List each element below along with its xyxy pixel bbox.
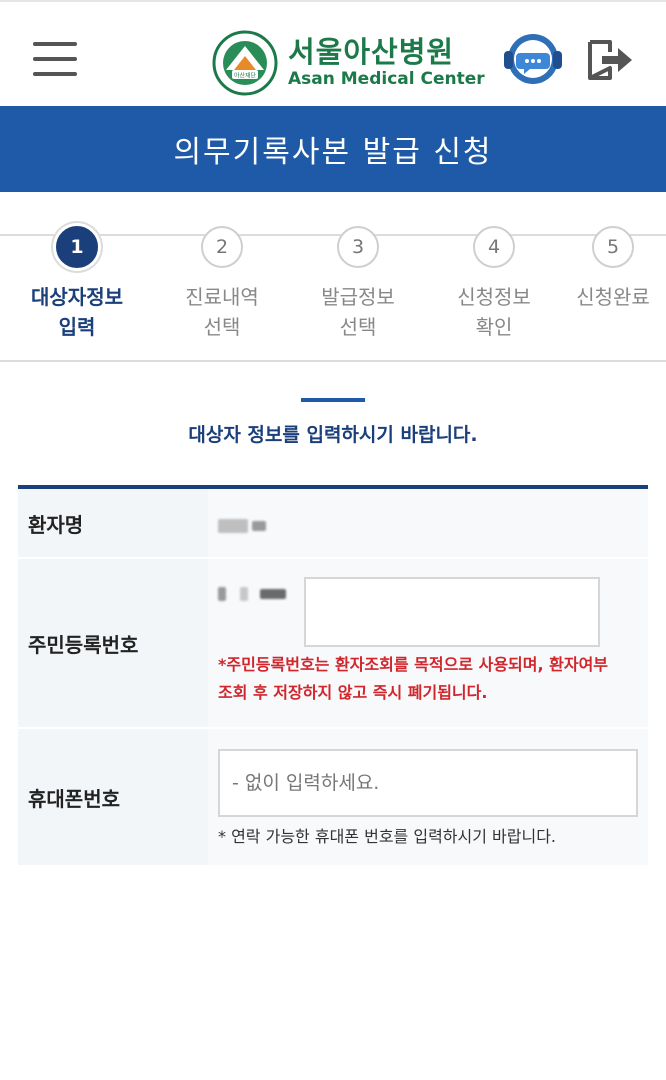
step-label: 신청완료 [576,285,650,309]
step-label: 신청정보 확인 [457,285,531,339]
phone-hint: * 연락 가능한 휴대폰 번호를 입력하시기 바랍니다. [218,827,557,846]
logout-icon[interactable] [586,38,634,82]
patient-info-form: 환자명 주민등록번호 *주민등록번호는 환자조회를 목적으로 사용되며, 환자여… [18,485,648,867]
step-label: 진료내역 선택 [185,285,259,339]
section-instruction: 대상자 정보를 입력하시기 바랍니다. [188,424,478,446]
hospital-logo[interactable]: 아산재단 서울아산병원 Asan Medical Center [212,28,485,98]
resident-number-value: *주민등록번호는 환자조회를 목적으로 사용되며, 환자여부 조회 후 저장하지… [208,559,648,727]
resident-number-input[interactable] [306,579,598,645]
step-1: 1 대상자정보 입력 [2,226,152,342]
phone-input[interactable] [220,751,636,815]
redacted-resident-number [240,587,248,601]
app-header: 아산재단 서울아산병원 Asan Medical Center [0,0,666,106]
resident-number-row: 주민등록번호 *주민등록번호는 환자조회를 목적으로 사용되며, 환자여부 조회… [18,559,648,729]
redacted-name [218,519,248,533]
step-number: 1 [56,226,98,268]
svg-text:아산재단: 아산재단 [234,72,257,80]
section-accent-bar [301,398,365,402]
step-number: 3 [337,226,379,268]
step-number: 5 [592,226,634,268]
resident-number-label: 주민등록번호 [18,559,208,727]
logo-english-name: Asan Medical Center [288,69,485,89]
step-5: 5 신청완료 [538,226,666,312]
phone-input-box[interactable] [218,749,638,817]
asan-foundation-emblem-icon: 아산재단 [212,30,278,96]
chatbot-headset-icon[interactable] [500,29,566,89]
step-number: 2 [201,226,243,268]
redacted-name [252,521,266,531]
step-2: 2 진료내역 선택 [147,226,297,342]
hamburger-menu-icon[interactable] [33,42,79,78]
step-number: 4 [473,226,515,268]
logo-korean-name: 서울아산병원 [288,35,455,69]
patient-name-row: 환자명 [18,489,648,559]
redacted-resident-number [260,589,286,599]
step-label: 대상자정보 입력 [31,285,123,339]
step-3: 3 발급정보 선택 [283,226,433,342]
page-title-bar: 의무기록사본 발급 신청 [0,106,666,192]
patient-name-value [208,489,648,557]
redacted-resident-number [218,587,226,601]
phone-row: 휴대폰번호 * 연락 가능한 휴대폰 번호를 입력하시기 바랍니다. [18,729,648,867]
step-label: 발급정보 선택 [321,285,395,339]
page-title: 의무기록사본 발급 신청 [173,135,493,170]
phone-value: * 연락 가능한 휴대폰 번호를 입력하시기 바랍니다. [208,729,648,865]
phone-label: 휴대폰번호 [18,729,208,865]
patient-name-label: 환자명 [18,489,208,557]
progress-stepper: 1 대상자정보 입력 2 진료내역 선택 3 발급정보 선택 4 신청정보 확인… [0,192,666,362]
resident-number-warning: *주민등록번호는 환자조회를 목적으로 사용되며, 환자여부 조회 후 저장하지… [218,655,609,702]
resident-number-back-input[interactable] [304,577,600,647]
